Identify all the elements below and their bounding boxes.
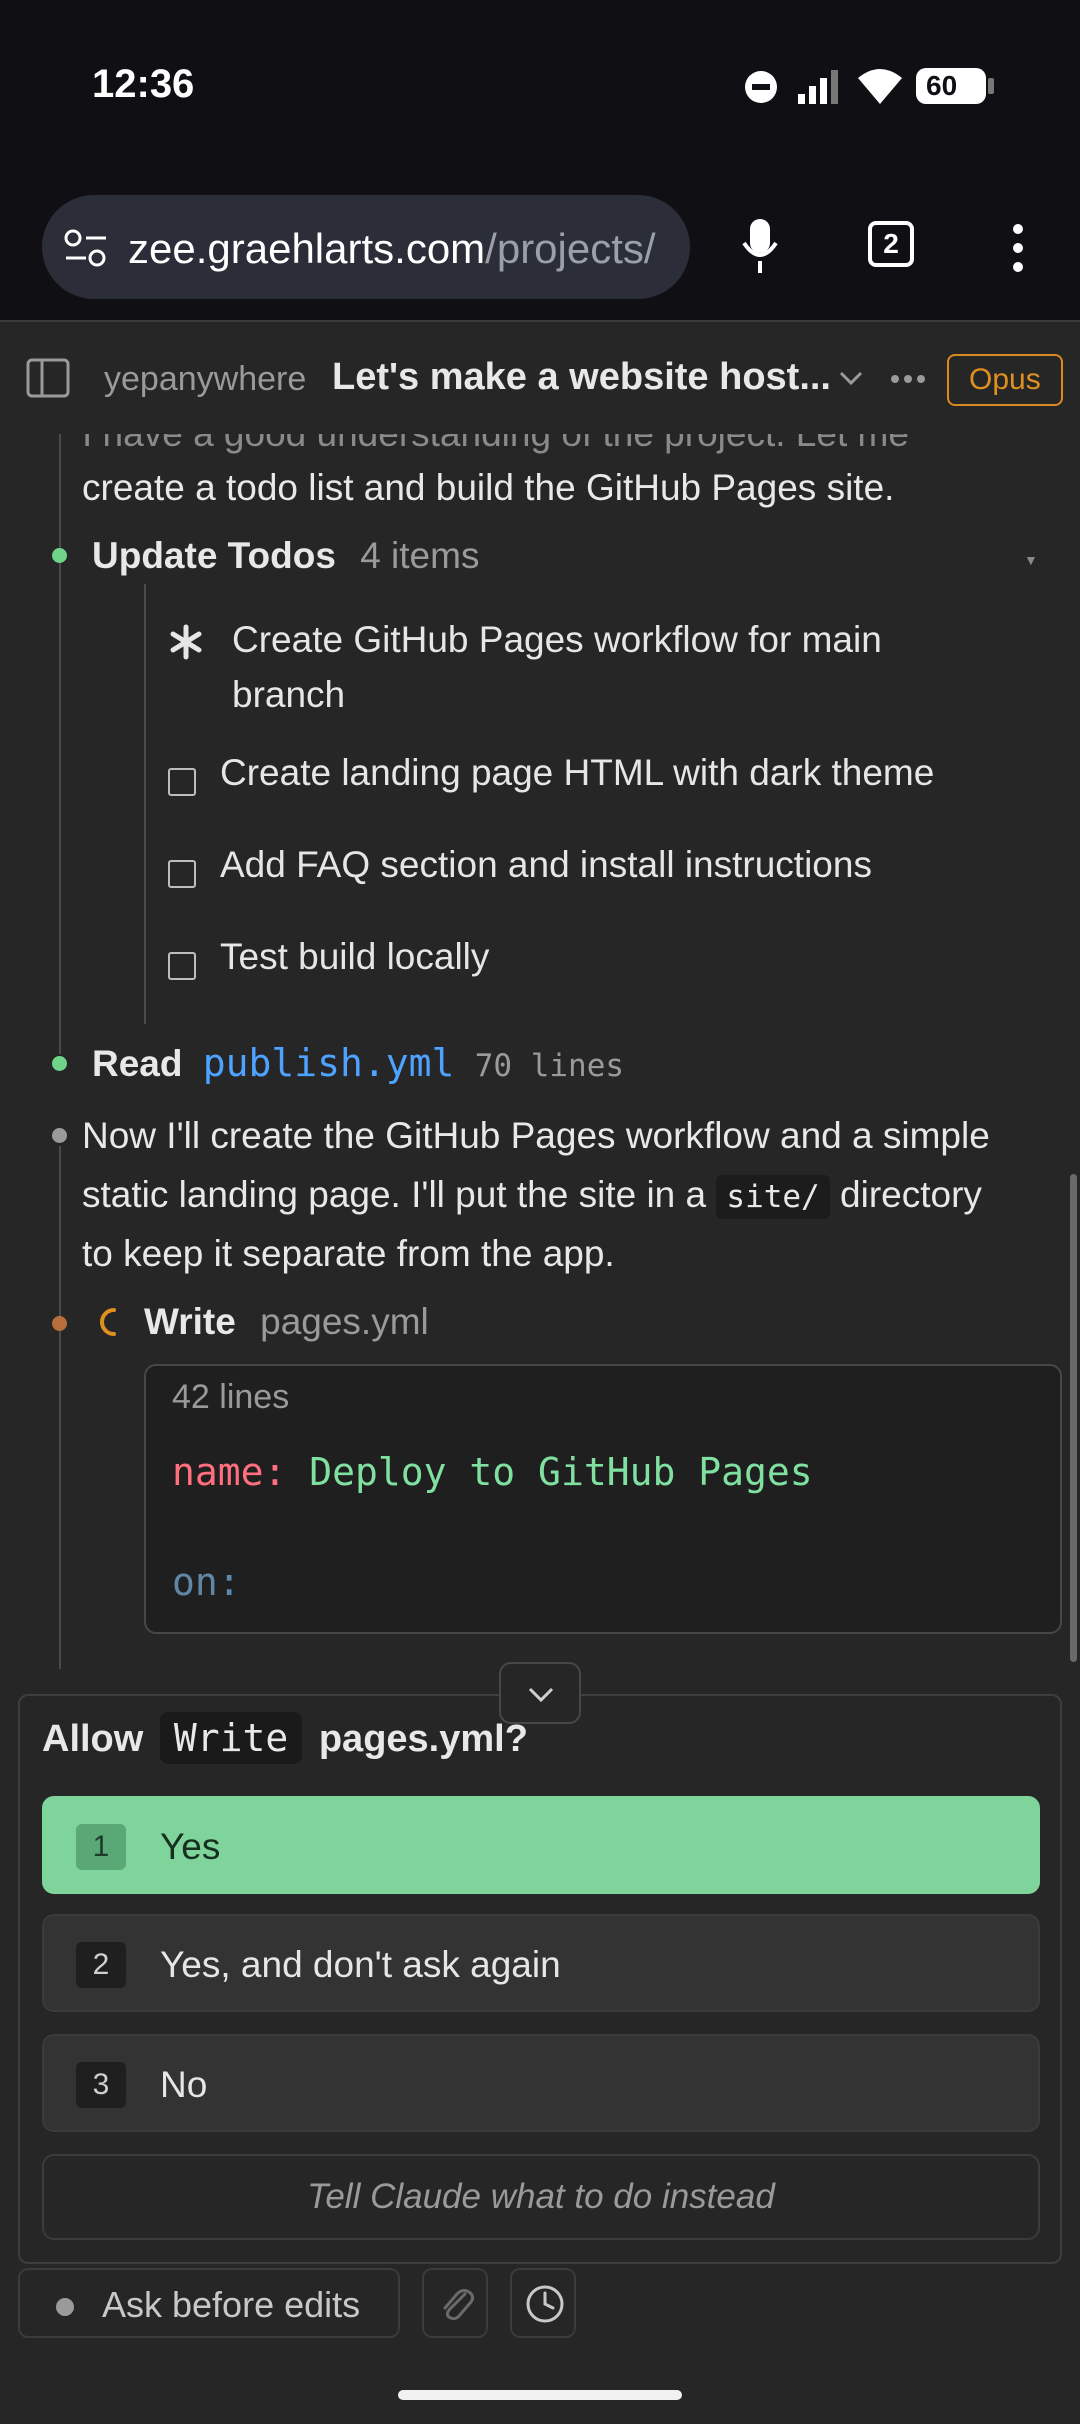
scrollbar[interactable] bbox=[1070, 1174, 1077, 1662]
todo-item: Create landing page HTML with dark theme bbox=[220, 752, 935, 793]
todo-indent-line bbox=[144, 584, 146, 1024]
file-name: pages.yml bbox=[260, 1301, 429, 1342]
tab-count: 2 bbox=[883, 228, 899, 259]
signal-icon bbox=[798, 70, 838, 104]
item-count: 4 items bbox=[360, 535, 480, 576]
tool-name: Read bbox=[92, 1043, 183, 1084]
option-no-button[interactable]: 3 No bbox=[42, 2034, 1040, 2132]
model-badge[interactable]: Opus bbox=[947, 354, 1063, 406]
more-menu-icon[interactable] bbox=[1008, 221, 1028, 277]
history-button[interactable] bbox=[510, 2268, 576, 2338]
battery-icon: 60 bbox=[916, 68, 986, 104]
message-text: to keep it separate from the app. bbox=[82, 1233, 615, 1274]
timeline-line bbox=[59, 434, 61, 1054]
home-indicator[interactable] bbox=[398, 2390, 682, 2400]
option-number: 1 bbox=[76, 1824, 126, 1870]
attach-button[interactable] bbox=[422, 2268, 488, 2338]
option-label: No bbox=[160, 2064, 208, 2105]
option-label: Yes bbox=[160, 1826, 221, 1867]
paperclip-icon bbox=[443, 2288, 475, 2321]
todo-item: Add FAQ section and install instructions bbox=[220, 844, 872, 885]
todo-checkbox bbox=[168, 768, 196, 796]
yaml-key: name: bbox=[172, 1450, 287, 1494]
url-host: zee.graehlarts.com bbox=[128, 225, 486, 272]
spinner-icon bbox=[100, 1308, 116, 1336]
tool-name: Update Todos bbox=[92, 535, 336, 576]
file-link[interactable]: publish.yml bbox=[203, 1041, 455, 1085]
code-line: name: Deploy to GitHub Pages bbox=[172, 1450, 813, 1494]
site-settings-icon[interactable] bbox=[64, 229, 108, 267]
todo-item: Create GitHub Pages workflow for main br… bbox=[232, 612, 882, 722]
instead-input[interactable]: Tell Claude what to do instead bbox=[42, 2154, 1040, 2240]
more-options-icon[interactable] bbox=[890, 374, 926, 384]
option-yes-button[interactable]: 1 Yes bbox=[42, 1796, 1040, 1894]
composer-bar: Ask before edits bbox=[0, 2264, 1080, 2424]
todo-text: branch bbox=[232, 674, 346, 715]
message-text: Now I'll create the GitHub Pages workflo… bbox=[82, 1115, 990, 1156]
yaml-key: on: bbox=[172, 1560, 241, 1604]
status-bar: 12:36 60 bbox=[0, 0, 1080, 175]
line-count: 42 lines bbox=[172, 1378, 290, 1416]
chevron-down-icon[interactable] bbox=[838, 370, 864, 388]
url-path: /projects/ bbox=[485, 225, 656, 272]
option-label: Yes, and don't ask again bbox=[160, 1944, 561, 1985]
status-dot-success bbox=[52, 1056, 67, 1071]
message-fragment: directory bbox=[840, 1174, 982, 1215]
app-header: yepanywhere Let's make a website host...… bbox=[0, 320, 1080, 434]
mode-label: Ask before edits bbox=[102, 2284, 361, 2325]
yaml-value: Deploy to GitHub Pages bbox=[309, 1450, 813, 1494]
message-text: create a todo list and build the GitHub … bbox=[82, 467, 895, 508]
conversation-title[interactable]: Let's make a website host... bbox=[332, 356, 831, 399]
option-number: 3 bbox=[76, 2062, 126, 2108]
tool-name: Write bbox=[144, 1301, 236, 1342]
tab-switcher-button[interactable]: 2 bbox=[868, 221, 914, 267]
edit-mode-button[interactable]: Ask before edits bbox=[18, 2268, 400, 2338]
do-not-disturb-icon bbox=[745, 71, 777, 103]
message-text: static landing page. I'll put the site i… bbox=[82, 1165, 982, 1227]
tool-update-todos[interactable]: Update Todos 4 items bbox=[92, 526, 479, 585]
wifi-icon bbox=[858, 69, 902, 104]
expand-caret-icon[interactable]: ▼ bbox=[1024, 552, 1038, 568]
mode-indicator-dot bbox=[56, 2298, 74, 2316]
option-yes-dont-ask-button[interactable]: 2 Yes, and don't ask again bbox=[42, 1914, 1040, 2012]
tool-read[interactable]: Read publish.yml 70 lines bbox=[92, 1034, 624, 1096]
status-dot-pending bbox=[52, 1316, 67, 1331]
todo-checkbox bbox=[168, 952, 196, 980]
status-dot-success bbox=[52, 548, 67, 563]
clock: 12:36 bbox=[92, 62, 195, 106]
option-number: 2 bbox=[76, 1942, 126, 1988]
timeline-line bbox=[59, 1146, 61, 1669]
url-text: zee.graehlarts.com/projects/ bbox=[128, 225, 656, 273]
allow-label: Allow bbox=[42, 1718, 144, 1760]
status-dot-message bbox=[52, 1128, 67, 1143]
line-count: 70 lines bbox=[474, 1048, 625, 1084]
in-progress-asterisk-icon bbox=[170, 624, 202, 660]
sidebar-toggle-icon[interactable] bbox=[26, 358, 70, 398]
browser-toolbar: zee.graehlarts.com/projects/ 2 bbox=[0, 175, 1080, 320]
tool-write[interactable]: Write pages.yml bbox=[144, 1292, 429, 1351]
microphone-icon[interactable] bbox=[740, 217, 780, 277]
permission-question: Allow Write pages.yml? bbox=[42, 1712, 528, 1764]
message-fragment: static landing page. I'll put the site i… bbox=[82, 1174, 707, 1215]
todo-text: Create GitHub Pages workflow for main bbox=[232, 619, 882, 660]
clock-icon bbox=[526, 2285, 564, 2323]
battery-level: 60 bbox=[926, 70, 958, 101]
permission-dialog: Allow Write pages.yml? 1 Yes 2 Yes, and … bbox=[18, 1694, 1062, 2264]
brand-name: yepanywhere bbox=[104, 360, 307, 398]
todo-item: Test build locally bbox=[220, 936, 490, 977]
inline-code: site/ bbox=[716, 1175, 830, 1219]
todo-checkbox bbox=[168, 860, 196, 888]
address-bar[interactable]: zee.graehlarts.com/projects/ bbox=[42, 195, 690, 299]
chevron-down-icon bbox=[528, 1687, 554, 1703]
code-preview[interactable]: 42 lines name: Deploy to GitHub Pages on… bbox=[144, 1364, 1062, 1634]
target-file: pages.yml? bbox=[318, 1718, 528, 1760]
collapse-panel-button[interactable] bbox=[499, 1662, 581, 1724]
chat-transcript: I have a good understanding of the proje… bbox=[0, 434, 1080, 1669]
tool-pill: Write bbox=[159, 1712, 303, 1764]
battery-tip bbox=[988, 78, 994, 94]
